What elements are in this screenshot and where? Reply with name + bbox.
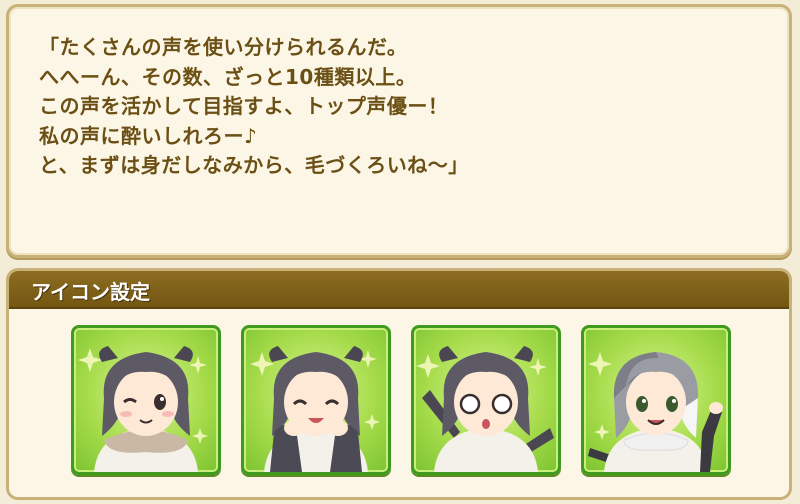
dialog-line: 「たくさんの声を使い分けられるんだ。 (39, 35, 408, 59)
dialog-box: 「たくさんの声を使い分けられるんだ。 へへーん、その数、ざっと10種類以上。 こ… (6, 4, 792, 258)
icon-settings-title: アイコン設定 (31, 280, 150, 304)
icon-option-surprised[interactable] (411, 325, 561, 475)
icon-settings-panel: アイコン設定 (6, 268, 792, 500)
dialog-line: この声を活かして目指すよ、トップ声優ー！ (39, 94, 449, 118)
dialog-line: と、まずは身だしなみから、毛づくろいね～」 (39, 153, 469, 177)
icon-option-wink[interactable] (71, 325, 221, 475)
character-surprised-icon (416, 346, 554, 472)
dialog-line: へへーん、その数、ざっと10種類以上。 (39, 64, 417, 89)
character-smile-icon (250, 346, 380, 472)
dialog-text: 「たくさんの声を使い分けられるんだ。 へへーん、その数、ざっと10種類以上。 こ… (39, 33, 779, 181)
icon-settings-header: アイコン設定 (9, 271, 789, 309)
character-wink-icon (78, 346, 208, 472)
character-wave-icon (588, 352, 723, 472)
icon-option-wave[interactable] (581, 325, 731, 475)
icon-option-smile[interactable] (241, 325, 391, 475)
dialog-line: 私の声に酔いしれろー♪ (39, 123, 258, 148)
